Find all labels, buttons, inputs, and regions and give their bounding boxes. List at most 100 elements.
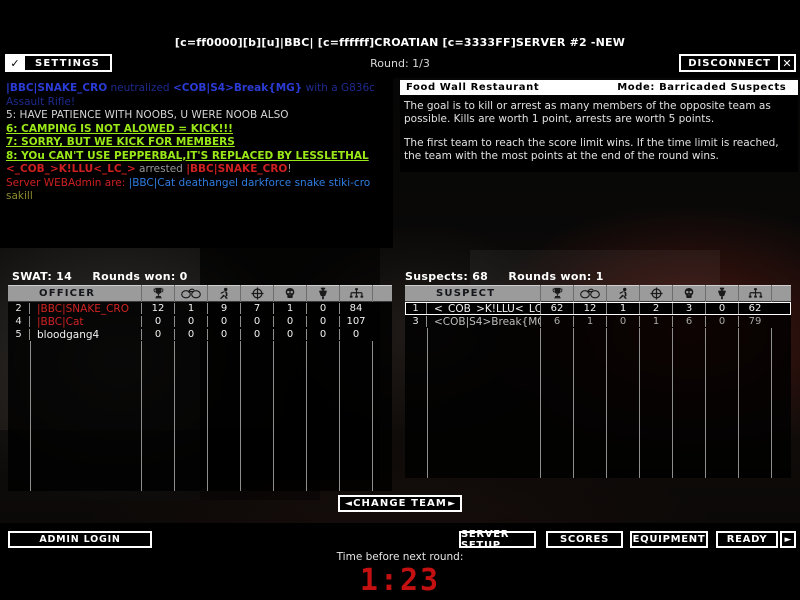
- chat-line: 7: SORRY, BUT WE KICK FOR MEMBERS: [6, 136, 389, 150]
- player-stat-trophy: 6: [540, 316, 573, 327]
- grenade-icon: [705, 285, 738, 302]
- table-row[interactable]: 3<COB|S4>Break{MG}61016079: [405, 315, 791, 328]
- briefing-paragraph: The first team to reach the score limit …: [404, 137, 779, 162]
- chat-log[interactable]: |BBC|SNAKE_CRO neutralized <COB|S4>Break…: [0, 78, 393, 248]
- player-stat-skull: 3: [672, 303, 705, 314]
- suspects-table-body: 1<_COB_>K!LLU<_LC_>62121230623<COB|S4>Br…: [405, 302, 791, 328]
- player-name: |BBC|Cat: [37, 315, 84, 328]
- column-header-name: SUSPECT: [436, 288, 496, 299]
- player-stat-arrest: 0: [606, 316, 639, 327]
- scores-button[interactable]: SCORES: [546, 531, 623, 548]
- swat-table-body: 2 |BBC|SNAKE_CRO 12 1 9 7 1 0 84 4 |BBC|Cat 0 0 0 0 0 0 1…: [8, 302, 392, 341]
- chat-segment: |BBC|SNAKE_CRO: [186, 163, 288, 175]
- player-stat-handcuffs: 12: [573, 303, 606, 314]
- crosshair-icon: [240, 285, 273, 302]
- player-stat-grenade: 0: [306, 316, 339, 327]
- chat-segment: 8: YOu CAN'T USE PEPPERBAL,IT'S REPLACED…: [6, 149, 369, 162]
- table-row[interactable]: 4 |BBC|Cat 0 0 0 0 0 0 107: [8, 315, 392, 328]
- page-title: [c=ff0000][b][u]|BBC| [c=ffffff]CROATIAN…: [174, 36, 626, 49]
- swat-empty-slots: [8, 341, 392, 491]
- grenade-icon: [306, 285, 339, 302]
- bottom-bar: ADMIN LOGIN SERVER SETUP SCORES EQUIPMEN…: [0, 523, 800, 600]
- swat-score: SWAT: 14: [12, 270, 73, 283]
- chat-segment: sakill: [6, 190, 33, 202]
- chat-line: 6: CAMPING IS NOT ALOWED = KICK!!!: [6, 123, 389, 137]
- disconnect-button[interactable]: DISCONNECT ✕: [679, 54, 796, 72]
- player-stat-grenade: 0: [705, 316, 738, 327]
- skull-icon: [672, 285, 705, 302]
- player-name: <COB|S4>Break{MG}: [434, 315, 540, 328]
- briefing-paragraph: The goal is to kill or arrest as many me…: [404, 100, 771, 125]
- column-header-end: [372, 285, 392, 302]
- player-stat-ping: 62: [738, 303, 771, 314]
- player-stat-arrest: 0: [207, 329, 240, 340]
- chat-segment: arrested: [135, 163, 187, 175]
- suspects-rounds-won: Rounds won: 1: [508, 270, 604, 283]
- swat-table-header: OFFICER: [8, 285, 392, 302]
- chevron-left-icon[interactable]: ◄: [345, 499, 352, 509]
- chat-segment: !: [287, 163, 292, 175]
- suspects-table-header: SUSPECT: [405, 285, 791, 302]
- trophy-icon: [540, 285, 573, 302]
- player-slot-number: 2: [8, 303, 30, 314]
- table-row[interactable]: 1<_COB_>K!LLU<_LC_>6212123062: [405, 302, 791, 315]
- table-row[interactable]: 5 bloodgang4 0 0 0 0 0 0 0: [8, 328, 392, 341]
- chat-segment: |BBC|Cat deathangel darkforce snake stik…: [128, 176, 371, 189]
- chevron-right-icon[interactable]: ►: [780, 531, 796, 548]
- swat-roster-table[interactable]: OFFICER 2 |BBC|SNAKE_CRO 12 1 9 7 1 0 84 4 |BBC|Cat…: [8, 285, 392, 491]
- player-name: <_COB_>K!LLU<_LC_>: [434, 302, 540, 315]
- close-icon[interactable]: ✕: [778, 56, 794, 70]
- admin-login-button[interactable]: ADMIN LOGIN: [8, 531, 152, 548]
- chat-segment: 7: SORRY, BUT WE KICK FOR MEMBERS: [6, 136, 235, 148]
- timer-label: Time before next round:: [336, 551, 464, 563]
- player-stat-crosshair: 7: [240, 303, 273, 314]
- suspects-empty-slots: [405, 328, 791, 478]
- skull-icon: [273, 285, 306, 302]
- chat-segment: <_COB_>K!LLU<_LC_>: [6, 163, 136, 175]
- change-team-button[interactable]: ◄ CHANGE TEAM ►: [338, 495, 462, 512]
- server-setup-button[interactable]: SERVER SETUP: [459, 529, 536, 551]
- suspects-roster-table[interactable]: SUSPECT1<_COB_>K!LLU<_LC_>62121230623<CO…: [405, 285, 791, 478]
- chat-line: sakill: [6, 190, 389, 204]
- equipment-button[interactable]: EQUIPMENT: [630, 531, 708, 548]
- player-stat-arrest: 1: [606, 303, 639, 314]
- chat-segment: neutralized: [107, 82, 173, 94]
- chat-segment: <COB|S4>Break{MG}: [172, 82, 303, 94]
- player-stat-crosshair: 2: [639, 303, 672, 314]
- top-bar: ✓ SETTINGS [c=ff0000][b][u]|BBC| [c=ffff…: [0, 0, 800, 78]
- chat-line: Server WEBAdmin are: |BBC|Cat deathangel…: [6, 177, 389, 191]
- player-stat-crosshair: 1: [639, 316, 672, 327]
- chevron-right-icon[interactable]: ►: [448, 499, 455, 509]
- ping-icon: [738, 285, 771, 302]
- mission-briefing-panel: Food Wall Restaurant Mode: Barricaded Su…: [400, 80, 798, 172]
- trophy-icon: [141, 285, 174, 302]
- player-slot-number: 3: [405, 316, 427, 327]
- arrest-icon: [207, 285, 240, 302]
- chat-line: 8: YOu CAN'T USE PEPPERBAL,IT'S REPLACED…: [6, 150, 389, 164]
- column-header-end: [771, 285, 791, 302]
- player-stat-arrest: 0: [207, 316, 240, 327]
- player-slot-number: 5: [8, 329, 30, 340]
- player-stat-crosshair: 0: [240, 316, 273, 327]
- briefing-text: The goal is to kill or arrest as many me…: [400, 95, 798, 163]
- player-stat-skull: 0: [273, 329, 306, 340]
- player-slot-number: 1: [405, 303, 427, 314]
- player-stat-grenade: 0: [306, 303, 339, 314]
- suspects-score: Suspects: 68: [405, 270, 489, 283]
- player-stat-skull: 6: [672, 316, 705, 327]
- player-stat-ping: 107: [339, 316, 372, 327]
- chat-segment: |BBC|SNAKE_CRO: [6, 82, 108, 94]
- ready-button[interactable]: READY: [716, 531, 778, 548]
- swat-rounds-won: Rounds won: 0: [92, 270, 188, 283]
- player-stat-trophy: 0: [141, 329, 174, 340]
- chat-segment: Server WEBAdmin are:: [6, 176, 129, 189]
- briefing-header: Food Wall Restaurant Mode: Barricaded Su…: [400, 80, 798, 95]
- player-stat-handcuffs: 1: [174, 303, 207, 314]
- handcuffs-icon: [573, 285, 606, 302]
- player-stat-handcuffs: 1: [573, 316, 606, 327]
- chat-line: 5: HAVE PATIENCE WITH NOOBS, U WERE NOOB…: [6, 109, 389, 123]
- ping-icon: [339, 285, 372, 302]
- player-stat-arrest: 9: [207, 303, 240, 314]
- table-row[interactable]: 2 |BBC|SNAKE_CRO 12 1 9 7 1 0 84: [8, 302, 392, 315]
- disconnect-label: DISCONNECT: [688, 57, 771, 69]
